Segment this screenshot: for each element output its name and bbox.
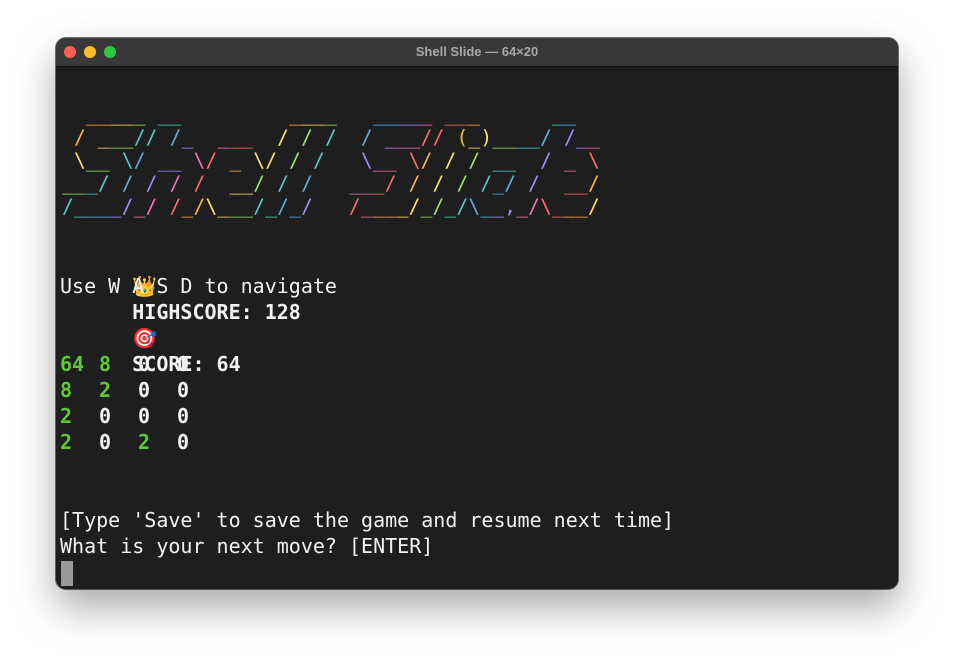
dart-icon: 🎯 <box>132 326 158 350</box>
banner-line: / ___// /_ ___ / / / / ___// (_)____/ /_… <box>73 126 600 149</box>
board-cell: 8 <box>60 378 73 402</box>
banner-line: _____ __ ____ _____ ___ __ <box>85 103 576 126</box>
score-line: 👑 HIGHSCORE: 128 🎯 SCORE: 64 <box>60 247 301 376</box>
terminal-content[interactable]: _____ __ ____ _____ ___ __ / ___// /_ __… <box>60 67 898 589</box>
move-prompt: What is your next move? [ENTER] <box>60 534 434 558</box>
highscore-label: HIGHSCORE: 128 <box>132 300 301 324</box>
board-cell: 8 <box>99 352 112 376</box>
board-cell: 0 <box>99 430 112 454</box>
board-cell: 2 <box>138 430 151 454</box>
board-cell: 64 <box>60 352 85 376</box>
terminal-window: Shell Slide — 64×20 _____ __ ____ _____ … <box>56 38 898 589</box>
board-cell: 0 <box>138 378 151 402</box>
text-cursor[interactable] <box>61 561 73 586</box>
board-cell: 0 <box>177 378 190 402</box>
window-title: Shell Slide — 64×20 <box>415 44 539 59</box>
banner-line: ___/ / / / / __/ / / ___/ / / / /_/ / __… <box>62 172 600 195</box>
board-cell: 0 <box>177 404 190 428</box>
board-cell: 0 <box>138 352 151 376</box>
board-cell: 2 <box>99 378 112 402</box>
title-bar[interactable]: Shell Slide — 64×20 <box>56 38 898 67</box>
board-cell: 0 <box>138 404 151 428</box>
board-cell: 0 <box>177 352 190 376</box>
board-cell: 0 <box>177 430 190 454</box>
board-cell: 2 <box>60 404 73 428</box>
banner-line: /____/_/ /_/\___/_/_/ /____/_/_/\__,_/\_… <box>62 195 600 218</box>
banner-line: \__ \/ __ \/ _ \/ / / \__ \/ / / __ / _ … <box>73 149 600 172</box>
board-cell: 2 <box>60 430 73 454</box>
instructions-text: Use W A S D to navigate <box>60 274 337 298</box>
board-cell: 0 <box>99 404 112 428</box>
save-hint: [Type 'Save' to save the game and resume… <box>60 508 675 532</box>
